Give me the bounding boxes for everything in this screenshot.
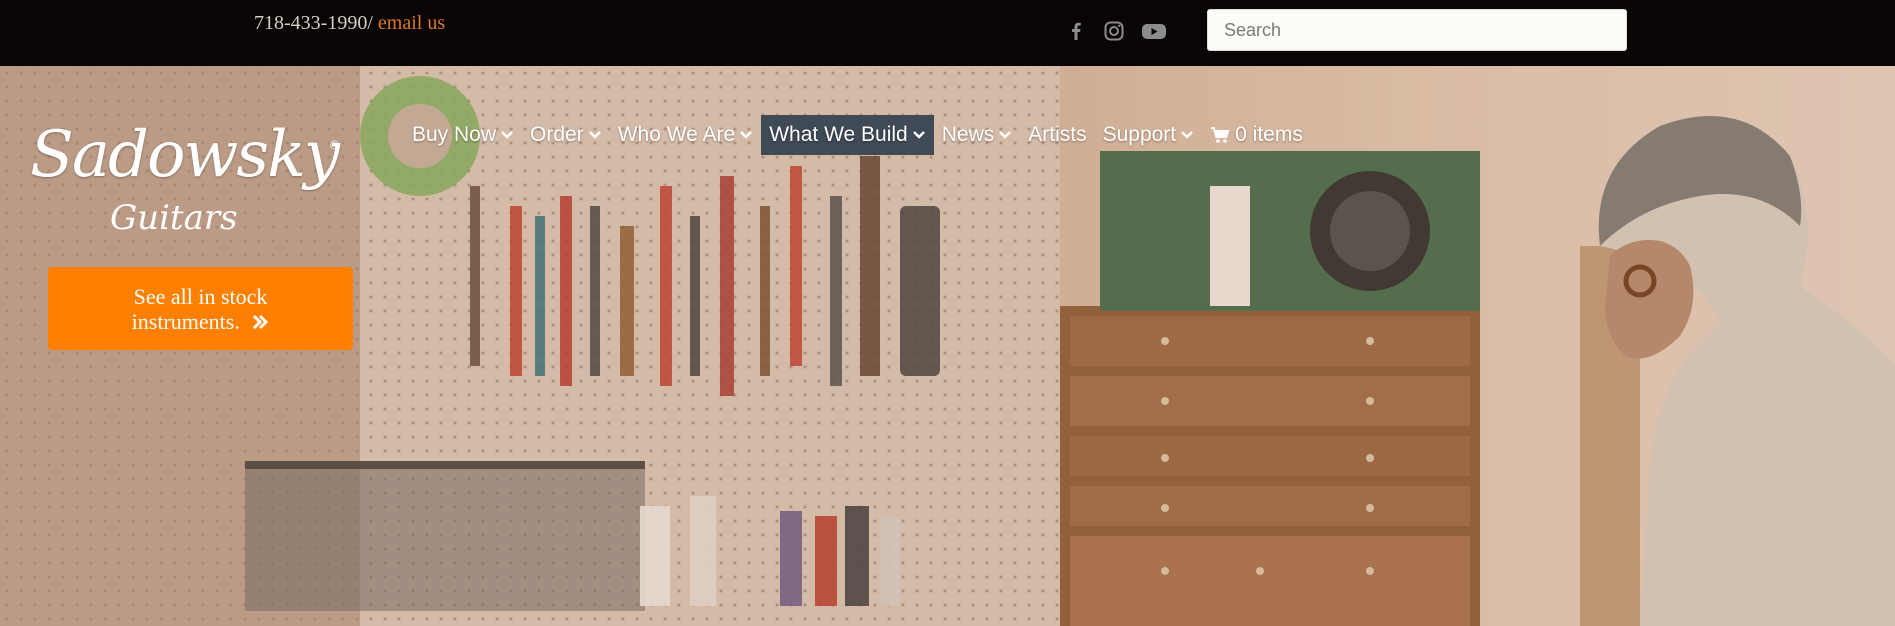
youtube-icon[interactable] [1140, 19, 1168, 43]
cta-line-1: See all in stock [133, 284, 268, 309]
cta-line-2: instruments. [131, 309, 240, 334]
nav-item-support[interactable]: Support [1095, 115, 1203, 155]
facebook-icon[interactable] [1064, 19, 1088, 43]
nav-label: What We Build [769, 123, 908, 146]
shopping-cart-icon [1211, 127, 1230, 143]
double-chevron-right-icon [251, 311, 269, 336]
main-nav: Buy Now Order Who We Are What We Build N… [404, 115, 1311, 155]
contact-info: 718-433-1990/ email us [254, 12, 445, 35]
cart-count: 0 items [1235, 123, 1303, 146]
email-link[interactable]: email us [378, 12, 445, 34]
chevron-down-icon [999, 131, 1012, 139]
nav-label: Support [1102, 123, 1177, 146]
logo-subtitle: Guitars [110, 198, 238, 238]
phone-number: 718-433-1990/ [254, 12, 373, 34]
nav-item-buy-now[interactable]: Buy Now [404, 115, 522, 155]
nav-label: News [941, 123, 995, 146]
hero-banner: Sadowsky Guitars ® See all in stock inst… [0, 66, 1895, 626]
nav-label: Buy Now [412, 123, 497, 146]
search-input[interactable] [1207, 9, 1627, 51]
top-bar: 718-433-1990/ email us [0, 0, 1895, 66]
nav-item-news[interactable]: News [934, 115, 1021, 155]
nav-item-order[interactable]: Order [522, 115, 610, 155]
nav-label: Who We Are [617, 123, 736, 146]
nav-item-who-we-are[interactable]: Who We Are [610, 115, 762, 155]
chevron-down-icon [740, 131, 753, 139]
nav-label: Order [530, 123, 584, 146]
chevron-down-icon [912, 131, 925, 139]
nav-item-what-we-build[interactable]: What We Build [761, 115, 934, 155]
nav-label: Artists [1028, 123, 1087, 146]
chevron-down-icon [501, 131, 513, 139]
nav-item-cart[interactable]: 0 items [1202, 115, 1311, 155]
chevron-down-icon [1181, 131, 1194, 139]
instagram-icon[interactable] [1102, 19, 1126, 43]
see-in-stock-button[interactable]: See all in stock instruments. [48, 267, 353, 350]
chevron-down-icon [588, 131, 601, 139]
nav-item-artists[interactable]: Artists [1020, 115, 1094, 155]
sadowsky-logo[interactable]: Sadowsky Guitars ® [30, 118, 350, 248]
logo-wordmark: Sadowsky [30, 118, 340, 192]
registered-mark: ® [330, 138, 339, 152]
social-links [1064, 19, 1168, 43]
